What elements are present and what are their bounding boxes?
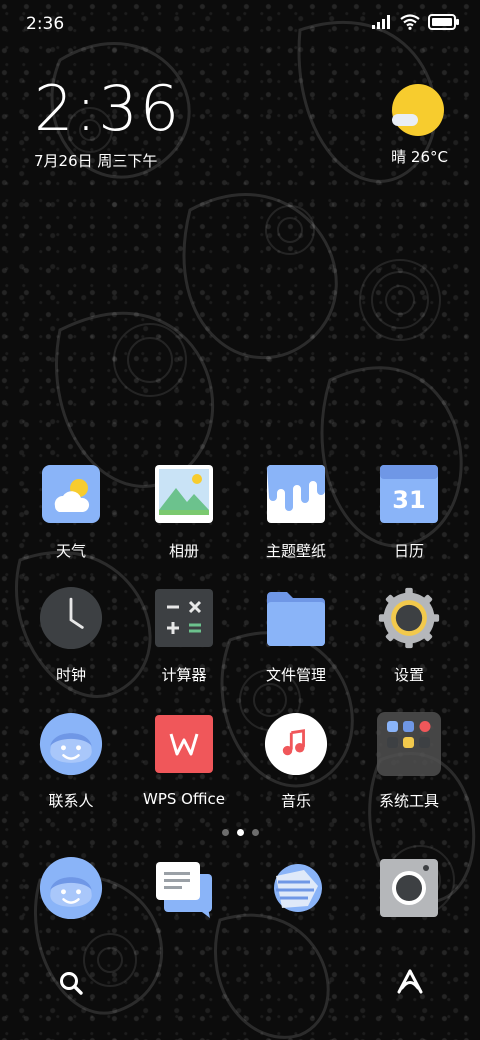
app-themes[interactable]: 主题壁纸 xyxy=(241,462,351,561)
app-label-settings: 设置 xyxy=(393,666,424,684)
page-indicator xyxy=(0,829,480,836)
browser-icon xyxy=(264,856,328,920)
assistant-icon[interactable] xyxy=(396,968,424,996)
app-files[interactable]: 文件管理 xyxy=(241,586,351,685)
themes-app-icon xyxy=(264,462,328,526)
app-settings[interactable]: 设置 xyxy=(354,586,464,685)
clock-date: 7月26日 周三下午 xyxy=(34,152,158,170)
app-contacts[interactable]: 联系人 xyxy=(16,712,126,811)
music-app-icon xyxy=(264,712,328,776)
weather-widget[interactable]: 晴 26°C xyxy=(390,84,448,166)
search-icon[interactable] xyxy=(58,970,84,996)
app-label-themes: 主题壁纸 xyxy=(265,542,326,560)
page-dot[interactable] xyxy=(221,829,229,836)
contacts-app-icon xyxy=(39,712,103,776)
settings-app-icon xyxy=(377,586,441,650)
app-calendar[interactable]: 31 日历 xyxy=(354,462,464,561)
app-wps-office[interactable]: WPS Office xyxy=(129,712,239,808)
status-time: 2:36 xyxy=(26,14,65,34)
clock-app-icon xyxy=(39,586,103,650)
status-bar: 2:36 xyxy=(0,0,480,50)
weather-text: 晴 26°C xyxy=(391,148,448,166)
app-music[interactable]: 音乐 xyxy=(241,712,351,811)
bottom-bar xyxy=(0,958,480,1008)
messages-icon xyxy=(152,856,216,920)
system-tools-folder-icon xyxy=(377,712,441,776)
status-icons xyxy=(372,14,460,30)
app-system-tools[interactable]: 系统工具 xyxy=(354,712,464,811)
camera-icon xyxy=(377,856,441,920)
page-dot[interactable] xyxy=(251,829,259,836)
app-label-system-tools: 系统工具 xyxy=(378,792,439,810)
weather-app-icon xyxy=(39,462,103,526)
app-label-weather: 天气 xyxy=(55,542,86,560)
dock-camera[interactable] xyxy=(354,856,464,920)
app-label-contacts: 联系人 xyxy=(48,792,94,810)
app-label-files: 文件管理 xyxy=(265,666,326,684)
phone-contacts-icon xyxy=(39,856,103,920)
app-label-calculator: 计算器 xyxy=(161,666,207,684)
app-clock[interactable]: 时钟 xyxy=(16,586,126,685)
page-dot-active[interactable] xyxy=(236,829,244,836)
app-weather[interactable]: 天气 xyxy=(16,462,126,561)
calculator-app-icon xyxy=(152,586,216,650)
app-label-gallery: 相册 xyxy=(168,542,199,560)
app-label-music: 音乐 xyxy=(280,792,311,810)
svg-text:31: 31 xyxy=(392,486,425,514)
calendar-app-icon: 31 xyxy=(377,462,441,526)
app-calculator[interactable]: 计算器 xyxy=(129,586,239,685)
app-label-calendar: 日历 xyxy=(393,542,424,560)
dock-browser[interactable] xyxy=(241,856,351,920)
dock-messages[interactable] xyxy=(129,856,239,920)
files-app-icon xyxy=(264,586,328,650)
dock-phone[interactable] xyxy=(16,856,126,920)
app-gallery[interactable]: 相册 xyxy=(129,462,239,561)
clock-widget[interactable]: 2:36 7月26日 周三下午 xyxy=(34,78,181,171)
wifi-icon xyxy=(400,14,420,30)
clock-time: 2:36 xyxy=(34,72,182,145)
gallery-app-icon xyxy=(152,462,216,526)
signal-icon xyxy=(372,15,390,29)
wps-office-app-icon xyxy=(152,712,216,776)
app-label-clock: 时钟 xyxy=(55,666,86,684)
battery-icon xyxy=(428,14,459,30)
app-label-wps-office: WPS Office xyxy=(143,790,225,808)
sun-cloud-icon xyxy=(392,84,444,136)
